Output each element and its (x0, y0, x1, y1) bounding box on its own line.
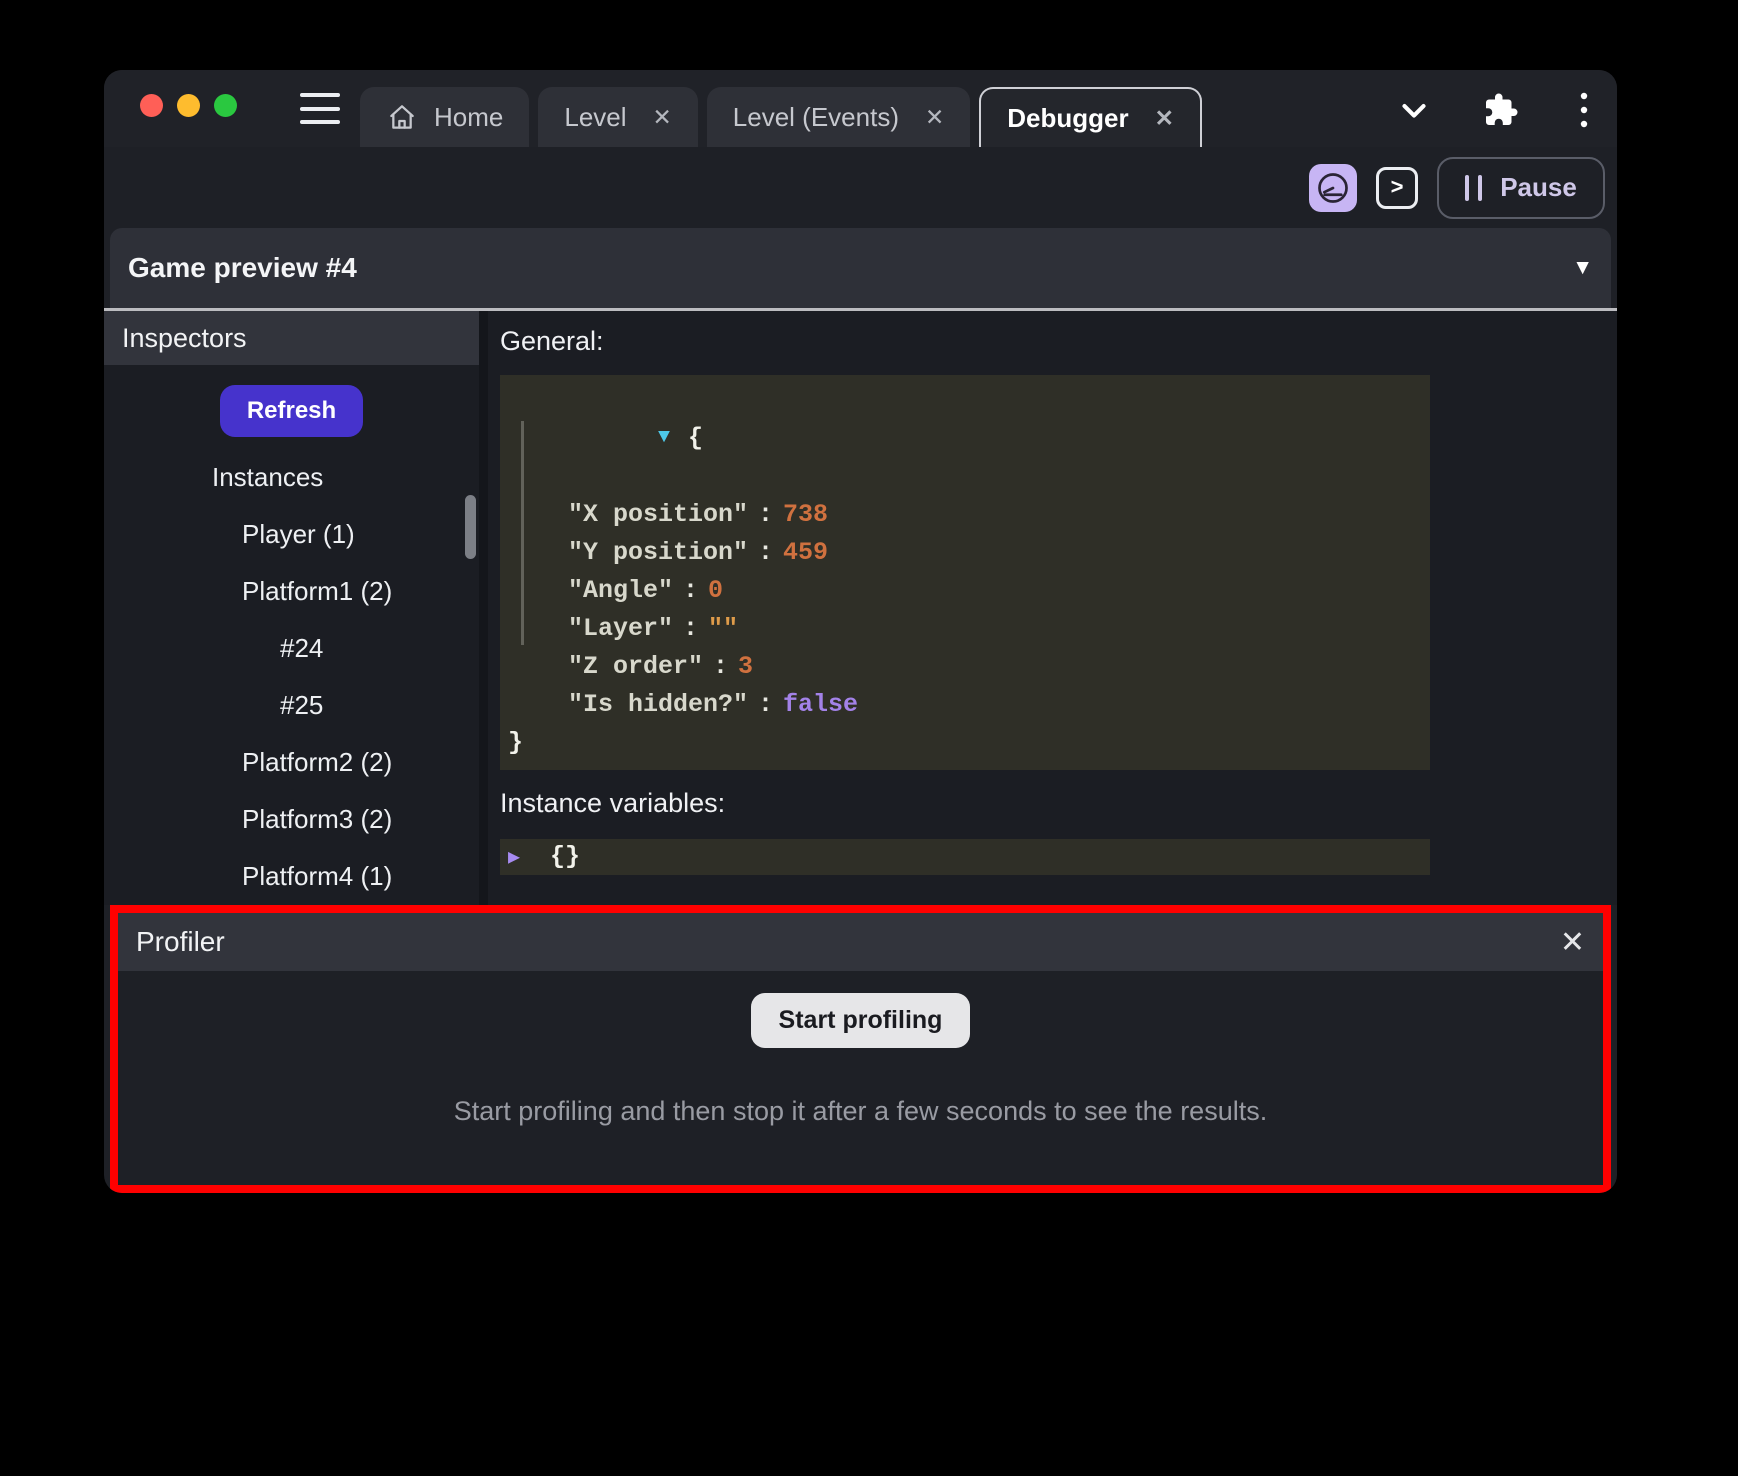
expander-collapsed-icon[interactable]: ▶ (508, 844, 538, 870)
extensions-icon[interactable] (1483, 92, 1519, 128)
inspectors-body: Refresh Instances Player (1) Platform1 (… (104, 365, 479, 905)
tree-item-platform2[interactable]: Platform2 (2) (104, 734, 479, 791)
tab-label: Debugger (1007, 103, 1128, 134)
console-prompt-icon: > (1391, 174, 1404, 200)
tab-level[interactable]: Level ✕ (538, 87, 697, 147)
tree-item-platform4[interactable]: Platform4 (1) (104, 848, 479, 905)
tab-label: Level (Events) (733, 102, 899, 133)
inspector-detail: General: ▼{ "X position":738 "Y position… (488, 311, 1617, 905)
debugger-content: Inspectors Refresh Instances Player (1) … (104, 311, 1617, 905)
tree-item-platform3[interactable]: Platform3 (2) (104, 791, 479, 848)
instance-variables-label: Instance variables: (500, 788, 1617, 819)
refresh-button[interactable]: Refresh (220, 385, 363, 437)
json-open-brace: { (688, 424, 703, 453)
indent-guide (521, 421, 524, 645)
tab-debugger[interactable]: Debugger ✕ (979, 87, 1202, 147)
tab-label: Level (564, 102, 626, 133)
menu-icon[interactable] (300, 93, 340, 124)
tab-home[interactable]: Home (360, 87, 529, 147)
json-row-is-hidden: "Is hidden?":false (508, 686, 1430, 724)
tree-item-24[interactable]: #24 (104, 620, 479, 677)
tab-level-events[interactable]: Level (Events) ✕ (707, 87, 970, 147)
profiler-icon-button[interactable] (1309, 164, 1357, 212)
dropdown-arrow-icon[interactable]: ▼ (1572, 256, 1593, 280)
pause-button[interactable]: Pause (1437, 157, 1605, 219)
profiler-panel: Profiler ✕ Start profiling Start profili… (110, 905, 1611, 1193)
speedometer-icon (1315, 170, 1351, 206)
close-tab-icon[interactable]: ✕ (1155, 105, 1174, 132)
more-options-icon[interactable] (1577, 90, 1591, 130)
profiler-title: Profiler (136, 926, 225, 958)
general-section-label: General: (500, 326, 1617, 357)
debugger-toolbar: > Pause (104, 147, 1617, 228)
tab-label: Home (434, 102, 503, 133)
json-row-layer: "Layer":"" (508, 610, 1430, 648)
tab-bar: Home Level ✕ Level (Events) ✕ Debugger ✕ (360, 87, 1202, 147)
start-profiling-button[interactable]: Start profiling (751, 993, 971, 1048)
tree-item-platform1[interactable]: Platform1 (2) (104, 563, 479, 620)
instance-variables-view: ▶ {} (500, 839, 1430, 875)
chevron-down-icon[interactable] (1395, 91, 1433, 129)
title-bar-actions (1395, 90, 1591, 130)
json-row-angle: "Angle":0 (508, 572, 1430, 610)
traffic-lights (140, 94, 237, 117)
sidebar-scrollbar-thumb[interactable] (465, 495, 476, 559)
inspectors-header: Inspectors (104, 311, 479, 365)
json-row-y-position: "Y position":459 (508, 534, 1430, 572)
title-bar: Home Level ✕ Level (Events) ✕ Debugger ✕ (104, 70, 1617, 147)
tree-item-25[interactable]: #25 (104, 677, 479, 734)
json-close-brace: } (508, 728, 523, 757)
pause-icon (1465, 175, 1482, 201)
home-icon (386, 101, 418, 133)
close-profiler-icon[interactable]: ✕ (1560, 925, 1585, 960)
instance-variables-value: {} (550, 842, 580, 871)
pause-label: Pause (1500, 172, 1577, 203)
zoom-window-button[interactable] (214, 94, 237, 117)
close-tab-icon[interactable]: ✕ (925, 104, 944, 131)
profiler-header: Profiler ✕ (118, 913, 1603, 971)
close-window-button[interactable] (140, 94, 163, 117)
game-preview-selector[interactable]: Game preview #4 ▼ (110, 228, 1611, 308)
expander-open-icon[interactable]: ▼ (658, 419, 688, 457)
console-button[interactable]: > (1376, 167, 1418, 209)
inspectors-sidebar: Inspectors Refresh Instances Player (1) … (104, 311, 488, 905)
general-json-view: ▼{ "X position":738 "Y position":459 "An… (500, 375, 1430, 770)
close-tab-icon[interactable]: ✕ (653, 104, 672, 131)
minimize-window-button[interactable] (177, 94, 200, 117)
json-row-x-position: "X position":738 (508, 496, 1430, 534)
app-window: Home Level ✕ Level (Events) ✕ Debugger ✕ (104, 70, 1617, 1193)
profiler-hint: Start profiling and then stop it after a… (454, 1096, 1267, 1127)
tree-item-instances[interactable]: Instances (104, 449, 479, 506)
instances-tree: Instances Player (1) Platform1 (2) #24 #… (104, 449, 479, 905)
game-preview-label: Game preview #4 (128, 252, 357, 284)
tree-item-player[interactable]: Player (1) (104, 506, 479, 563)
json-row-z-order: "Z order":3 (508, 648, 1430, 686)
profiler-body: Start profiling Start profiling and then… (118, 971, 1603, 1185)
